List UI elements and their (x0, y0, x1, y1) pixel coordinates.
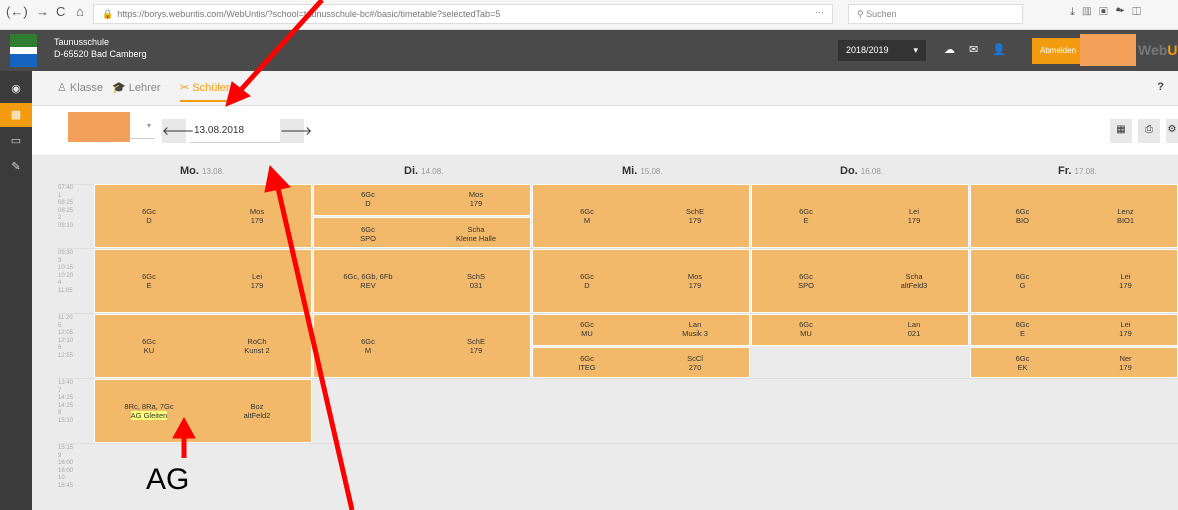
arrowhead-date (264, 164, 291, 193)
annotation-label: AG (146, 463, 190, 496)
arrow-to-date-input (275, 187, 355, 510)
arrowhead-ag (172, 416, 196, 439)
annotation-arrows (172, 0, 355, 510)
arrow-to-schueler-tab (236, 0, 324, 95)
